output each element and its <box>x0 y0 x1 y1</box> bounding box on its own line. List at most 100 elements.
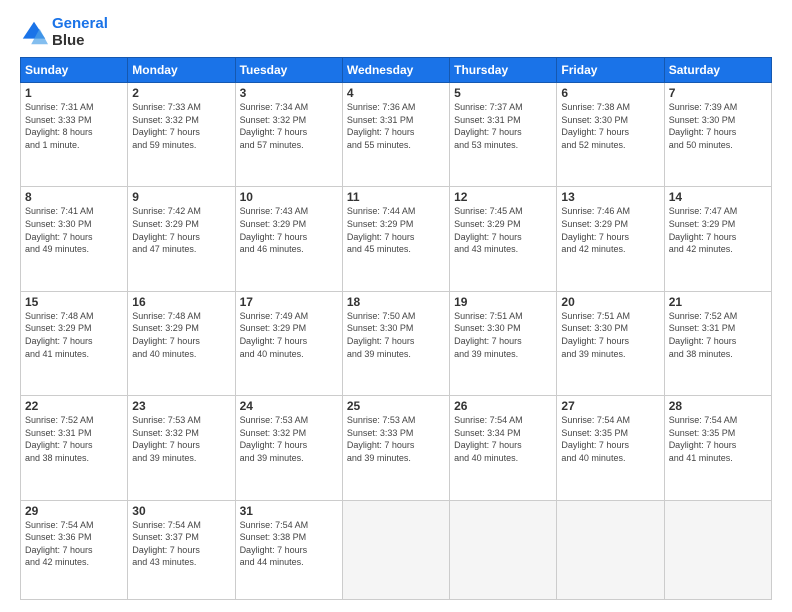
calendar-cell: 26Sunrise: 7:54 AM Sunset: 3:34 PM Dayli… <box>450 396 557 500</box>
calendar-cell: 18Sunrise: 7:50 AM Sunset: 3:30 PM Dayli… <box>342 291 449 395</box>
calendar-cell: 10Sunrise: 7:43 AM Sunset: 3:29 PM Dayli… <box>235 187 342 291</box>
day-info: Sunrise: 7:34 AM Sunset: 3:32 PM Dayligh… <box>240 101 338 151</box>
day-info: Sunrise: 7:49 AM Sunset: 3:29 PM Dayligh… <box>240 310 338 360</box>
calendar-cell: 9Sunrise: 7:42 AM Sunset: 3:29 PM Daylig… <box>128 187 235 291</box>
logo-text: General Blue <box>52 16 108 49</box>
day-info: Sunrise: 7:38 AM Sunset: 3:30 PM Dayligh… <box>561 101 659 151</box>
calendar-cell: 6Sunrise: 7:38 AM Sunset: 3:30 PM Daylig… <box>557 83 664 187</box>
day-number: 5 <box>454 86 552 100</box>
calendar-cell: 2Sunrise: 7:33 AM Sunset: 3:32 PM Daylig… <box>128 83 235 187</box>
day-number: 22 <box>25 399 123 413</box>
header: General Blue <box>20 16 772 49</box>
calendar-cell: 20Sunrise: 7:51 AM Sunset: 3:30 PM Dayli… <box>557 291 664 395</box>
day-number: 24 <box>240 399 338 413</box>
logo: General Blue <box>20 16 108 49</box>
day-info: Sunrise: 7:51 AM Sunset: 3:30 PM Dayligh… <box>454 310 552 360</box>
day-number: 18 <box>347 295 445 309</box>
day-info: Sunrise: 7:54 AM Sunset: 3:36 PM Dayligh… <box>25 519 123 569</box>
day-number: 19 <box>454 295 552 309</box>
calendar-cell: 19Sunrise: 7:51 AM Sunset: 3:30 PM Dayli… <box>450 291 557 395</box>
day-number: 9 <box>132 190 230 204</box>
calendar-cell: 1Sunrise: 7:31 AM Sunset: 3:33 PM Daylig… <box>21 83 128 187</box>
day-number: 6 <box>561 86 659 100</box>
calendar-header-cell: Monday <box>128 58 235 83</box>
day-number: 4 <box>347 86 445 100</box>
day-number: 16 <box>132 295 230 309</box>
calendar-header-cell: Thursday <box>450 58 557 83</box>
logo-icon <box>20 19 48 47</box>
calendar-cell: 27Sunrise: 7:54 AM Sunset: 3:35 PM Dayli… <box>557 396 664 500</box>
calendar-cell: 29Sunrise: 7:54 AM Sunset: 3:36 PM Dayli… <box>21 500 128 599</box>
day-number: 7 <box>669 86 767 100</box>
calendar-cell <box>664 500 771 599</box>
day-number: 13 <box>561 190 659 204</box>
calendar-cell: 14Sunrise: 7:47 AM Sunset: 3:29 PM Dayli… <box>664 187 771 291</box>
calendar-body: 1Sunrise: 7:31 AM Sunset: 3:33 PM Daylig… <box>21 83 772 600</box>
day-info: Sunrise: 7:37 AM Sunset: 3:31 PM Dayligh… <box>454 101 552 151</box>
calendar-cell: 25Sunrise: 7:53 AM Sunset: 3:33 PM Dayli… <box>342 396 449 500</box>
day-number: 1 <box>25 86 123 100</box>
calendar-cell: 21Sunrise: 7:52 AM Sunset: 3:31 PM Dayli… <box>664 291 771 395</box>
day-info: Sunrise: 7:51 AM Sunset: 3:30 PM Dayligh… <box>561 310 659 360</box>
day-number: 25 <box>347 399 445 413</box>
day-info: Sunrise: 7:52 AM Sunset: 3:31 PM Dayligh… <box>25 414 123 464</box>
page: General Blue SundayMondayTuesdayWednesda… <box>0 0 792 612</box>
day-number: 11 <box>347 190 445 204</box>
calendar-week-row: 8Sunrise: 7:41 AM Sunset: 3:30 PM Daylig… <box>21 187 772 291</box>
day-number: 29 <box>25 504 123 518</box>
day-number: 28 <box>669 399 767 413</box>
day-number: 14 <box>669 190 767 204</box>
day-info: Sunrise: 7:41 AM Sunset: 3:30 PM Dayligh… <box>25 205 123 255</box>
calendar-cell: 22Sunrise: 7:52 AM Sunset: 3:31 PM Dayli… <box>21 396 128 500</box>
day-number: 2 <box>132 86 230 100</box>
day-info: Sunrise: 7:54 AM Sunset: 3:35 PM Dayligh… <box>669 414 767 464</box>
calendar-week-row: 15Sunrise: 7:48 AM Sunset: 3:29 PM Dayli… <box>21 291 772 395</box>
day-number: 21 <box>669 295 767 309</box>
calendar-cell: 5Sunrise: 7:37 AM Sunset: 3:31 PM Daylig… <box>450 83 557 187</box>
day-number: 30 <box>132 504 230 518</box>
calendar-cell: 11Sunrise: 7:44 AM Sunset: 3:29 PM Dayli… <box>342 187 449 291</box>
calendar-week-row: 22Sunrise: 7:52 AM Sunset: 3:31 PM Dayli… <box>21 396 772 500</box>
calendar-cell: 24Sunrise: 7:53 AM Sunset: 3:32 PM Dayli… <box>235 396 342 500</box>
day-info: Sunrise: 7:54 AM Sunset: 3:34 PM Dayligh… <box>454 414 552 464</box>
calendar-cell: 28Sunrise: 7:54 AM Sunset: 3:35 PM Dayli… <box>664 396 771 500</box>
calendar-cell: 3Sunrise: 7:34 AM Sunset: 3:32 PM Daylig… <box>235 83 342 187</box>
day-info: Sunrise: 7:54 AM Sunset: 3:37 PM Dayligh… <box>132 519 230 569</box>
calendar-week-row: 1Sunrise: 7:31 AM Sunset: 3:33 PM Daylig… <box>21 83 772 187</box>
day-info: Sunrise: 7:44 AM Sunset: 3:29 PM Dayligh… <box>347 205 445 255</box>
day-info: Sunrise: 7:52 AM Sunset: 3:31 PM Dayligh… <box>669 310 767 360</box>
day-info: Sunrise: 7:33 AM Sunset: 3:32 PM Dayligh… <box>132 101 230 151</box>
day-number: 8 <box>25 190 123 204</box>
day-info: Sunrise: 7:53 AM Sunset: 3:33 PM Dayligh… <box>347 414 445 464</box>
day-info: Sunrise: 7:48 AM Sunset: 3:29 PM Dayligh… <box>25 310 123 360</box>
calendar-header-cell: Wednesday <box>342 58 449 83</box>
calendar-cell: 4Sunrise: 7:36 AM Sunset: 3:31 PM Daylig… <box>342 83 449 187</box>
calendar-cell: 17Sunrise: 7:49 AM Sunset: 3:29 PM Dayli… <box>235 291 342 395</box>
day-number: 10 <box>240 190 338 204</box>
day-number: 27 <box>561 399 659 413</box>
calendar-week-row: 29Sunrise: 7:54 AM Sunset: 3:36 PM Dayli… <box>21 500 772 599</box>
day-info: Sunrise: 7:54 AM Sunset: 3:35 PM Dayligh… <box>561 414 659 464</box>
calendar-cell <box>450 500 557 599</box>
day-number: 3 <box>240 86 338 100</box>
calendar-header-row: SundayMondayTuesdayWednesdayThursdayFrid… <box>21 58 772 83</box>
day-info: Sunrise: 7:46 AM Sunset: 3:29 PM Dayligh… <box>561 205 659 255</box>
calendar-cell: 23Sunrise: 7:53 AM Sunset: 3:32 PM Dayli… <box>128 396 235 500</box>
calendar-cell: 13Sunrise: 7:46 AM Sunset: 3:29 PM Dayli… <box>557 187 664 291</box>
day-number: 31 <box>240 504 338 518</box>
day-info: Sunrise: 7:36 AM Sunset: 3:31 PM Dayligh… <box>347 101 445 151</box>
day-info: Sunrise: 7:54 AM Sunset: 3:38 PM Dayligh… <box>240 519 338 569</box>
calendar-header-cell: Tuesday <box>235 58 342 83</box>
day-number: 17 <box>240 295 338 309</box>
day-info: Sunrise: 7:53 AM Sunset: 3:32 PM Dayligh… <box>132 414 230 464</box>
calendar-cell: 16Sunrise: 7:48 AM Sunset: 3:29 PM Dayli… <box>128 291 235 395</box>
calendar-table: SundayMondayTuesdayWednesdayThursdayFrid… <box>20 57 772 600</box>
calendar-cell: 31Sunrise: 7:54 AM Sunset: 3:38 PM Dayli… <box>235 500 342 599</box>
day-number: 26 <box>454 399 552 413</box>
calendar-cell <box>342 500 449 599</box>
day-info: Sunrise: 7:43 AM Sunset: 3:29 PM Dayligh… <box>240 205 338 255</box>
calendar-header-cell: Saturday <box>664 58 771 83</box>
day-info: Sunrise: 7:53 AM Sunset: 3:32 PM Dayligh… <box>240 414 338 464</box>
day-number: 23 <box>132 399 230 413</box>
day-info: Sunrise: 7:48 AM Sunset: 3:29 PM Dayligh… <box>132 310 230 360</box>
